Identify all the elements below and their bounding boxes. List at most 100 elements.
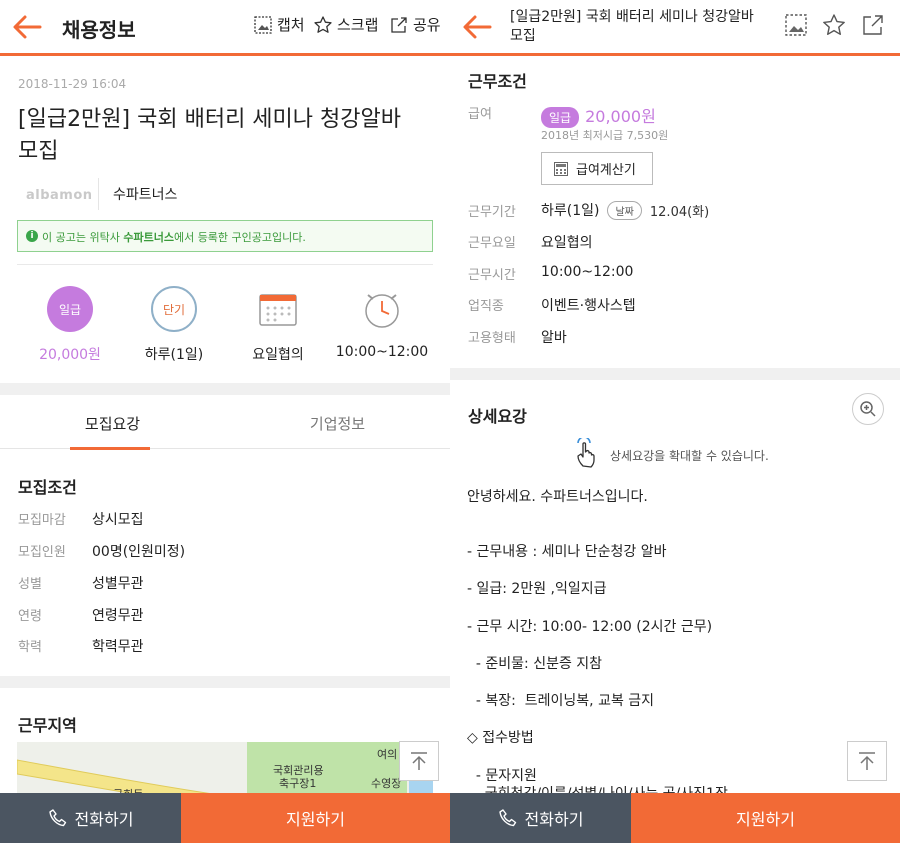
row-value: 학력무관 [92, 639, 144, 655]
section-gap [0, 676, 450, 688]
right-screen: [일급2만원] 국회 배터리 세미나 청강알바 모집 근무조건 급여 일급 20,… [450, 0, 900, 843]
row-value: 하루(1일) [541, 203, 600, 219]
scrap-button[interactable] [821, 12, 847, 38]
row-value: 상시모집 [92, 512, 144, 528]
scrap-button[interactable]: 스크랩 [313, 14, 378, 35]
days-value: 요일협의 [252, 347, 304, 363]
app-bar: 채용정보 캡처 스크랩 공유 [0, 0, 450, 56]
map-label: 수영장 [371, 777, 402, 790]
row-key: 모집마감 [18, 513, 66, 528]
location-title: 근무지역 [18, 716, 77, 735]
apply-button[interactable]: 지원하기 [631, 793, 900, 843]
row-key: 근무요일 [468, 236, 516, 251]
notice-text-pre: 이 공고는 위탁사 [42, 231, 124, 244]
body-line: - 근무내용 : 세미나 단순청강 알바 [467, 544, 667, 560]
map-label: 여의 [377, 748, 398, 761]
row-value: 성별무관 [92, 576, 144, 592]
row-value: 알바 [541, 330, 567, 346]
apply-label: 지원하기 [736, 810, 795, 829]
scroll-top-button[interactable] [399, 741, 439, 781]
calc-label: 급여계산기 [576, 163, 636, 178]
hand-touch-icon [574, 436, 602, 468]
back-button[interactable] [10, 12, 44, 42]
star-icon [314, 15, 332, 33]
call-button[interactable]: 전화하기 [450, 793, 631, 843]
share-button[interactable]: 공유 [389, 14, 441, 35]
row-key: 연령 [18, 609, 42, 624]
divider [98, 178, 99, 210]
tab-recruit[interactable]: 모집요강 [0, 395, 225, 450]
row-key: 고용형태 [468, 331, 516, 346]
agency-notice: i 이 공고는 위탁사 수파트너스에서 등록한 구인공고입니다. [17, 220, 433, 252]
row-value: 이벤트·행사스텝 [541, 298, 636, 314]
recruit-row: 연령 연령무관 [18, 605, 144, 625]
post-date: 2018-11-29 16:04 [18, 77, 127, 91]
page-title: [일급2만원] 국회 배터리 세미나 청강알바 모집 [510, 9, 754, 44]
work-title: 근무조건 [468, 72, 527, 91]
page-title: 채용정보 [62, 18, 136, 42]
recruit-title: 모집조건 [18, 478, 77, 497]
detail-title: 상세요강 [468, 407, 527, 426]
tab-underline [70, 447, 150, 450]
body-line: ◇ 접수방법 [467, 730, 534, 746]
capture-label: 캡처 [277, 16, 305, 34]
row-value: 10:00~12:00 [541, 264, 634, 280]
row-key: 모집인원 [18, 545, 66, 560]
term-badge: 단기 [151, 286, 197, 332]
pay-badge: 일급 [541, 107, 580, 128]
work-row: 업직종 이벤트·행사스텝 [468, 295, 636, 315]
body-line: - 근무 시간: 10:00- 12:00 (2시간 근무) [467, 619, 713, 635]
notice-text-post: 에서 등록한 구인공고입니다. [173, 231, 306, 244]
term-value: 하루(1일) [144, 347, 204, 363]
capture-button[interactable] [783, 12, 809, 38]
row-value: 요일협의 [541, 235, 593, 251]
row-key: 근무시간 [468, 268, 516, 283]
recruit-row: 성별 성별무관 [18, 573, 144, 593]
body-line: - 복장: 트레이닝복, 교복 금지 [467, 693, 655, 709]
share-button[interactable] [860, 12, 886, 38]
info-icon: i [26, 230, 38, 242]
zoom-in-icon [860, 401, 876, 417]
scroll-top-button[interactable] [847, 741, 887, 781]
company-name[interactable]: 수파트너스 [113, 184, 177, 204]
capture-icon [785, 14, 807, 36]
body-line: - 문자지원 [467, 768, 537, 784]
app-bar: [일급2만원] 국회 배터리 세미나 청강알바 모집 [450, 0, 900, 56]
body-line: 안녕하세요. 수파트너스입니다. [467, 489, 648, 505]
left-screen: 채용정보 캡처 스크랩 공유 2018-11-29 16:04 [일급2만원] … [0, 0, 450, 843]
call-button[interactable]: 전화하기 [0, 793, 181, 843]
job-title: [일급2만원] 국회 배터리 세미나 청강알바 모집 [18, 107, 401, 164]
work-row: 고용형태 알바 [468, 327, 567, 347]
zoom-button[interactable] [852, 393, 884, 425]
back-button[interactable] [460, 12, 494, 42]
share-icon [863, 15, 883, 35]
section-gap [0, 383, 450, 395]
pay-calculator-button[interactable]: 급여계산기 [541, 152, 653, 185]
zoom-hint: 상세요강을 확대할 수 있습니다. [610, 449, 769, 463]
tab-company-label: 기업정보 [309, 415, 366, 433]
min-wage: 2018년 최저시급 7,530원 [541, 129, 669, 142]
capture-button[interactable]: 캡처 [253, 14, 305, 35]
summary-days: 요일협의 [228, 286, 328, 364]
date-pill: 날짜 [607, 200, 642, 220]
body-line: - 준비물: 신분증 지참 [467, 656, 603, 672]
phone-icon [498, 809, 516, 827]
row-value: 00명(인원미정) [92, 544, 186, 560]
recruit-row: 모집마감 상시모집 [18, 509, 144, 529]
work-row: 근무기간 하루(1일) 날짜 12.04(화) [468, 200, 709, 220]
row-key: 학력 [18, 640, 42, 655]
tab-recruit-label: 모집요강 [84, 415, 141, 433]
calendar-icon [255, 286, 301, 332]
calculator-icon [554, 161, 568, 176]
row-key: 근무기간 [468, 204, 516, 220]
section-gap [450, 368, 900, 380]
bottom-action-bar: 전화하기 지원하기 [0, 793, 450, 843]
time-value: 10:00~12:00 [335, 344, 429, 360]
divider [17, 264, 433, 265]
pay-value: 20,000원 [585, 107, 656, 126]
tab-company[interactable]: 기업정보 [225, 395, 450, 449]
apply-button[interactable]: 지원하기 [181, 793, 450, 843]
share-label: 공유 [413, 16, 441, 34]
apply-label: 지원하기 [286, 810, 345, 829]
work-row: 근무시간 10:00~12:00 [468, 264, 633, 283]
